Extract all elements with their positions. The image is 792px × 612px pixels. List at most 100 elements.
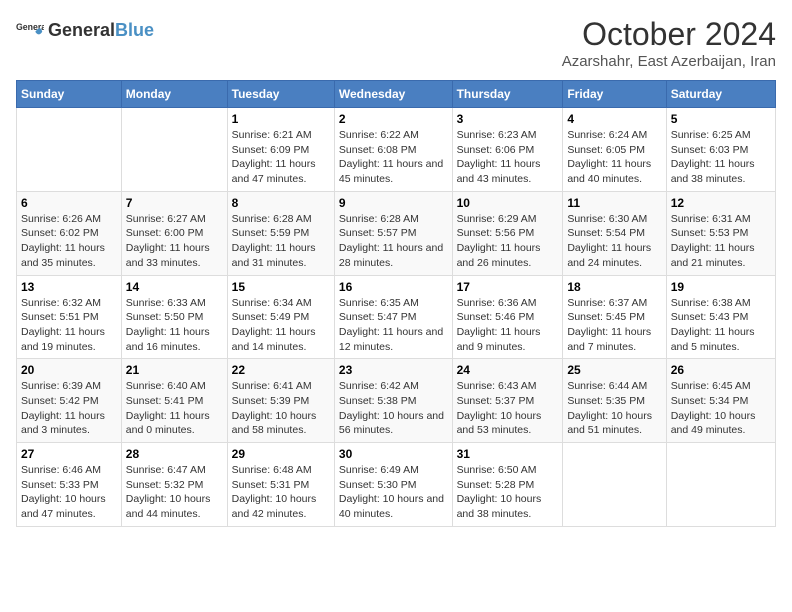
day-info: Sunrise: 6:36 AMSunset: 5:46 PMDaylight:…: [457, 296, 559, 355]
day-info: Sunrise: 6:35 AMSunset: 5:47 PMDaylight:…: [339, 296, 448, 355]
calendar-cell: 8 Sunrise: 6:28 AMSunset: 5:59 PMDayligh…: [227, 191, 334, 275]
day-info: Sunrise: 6:50 AMSunset: 5:28 PMDaylight:…: [457, 463, 559, 522]
day-info: Sunrise: 6:40 AMSunset: 5:41 PMDaylight:…: [126, 379, 223, 438]
day-info: Sunrise: 6:32 AMSunset: 5:51 PMDaylight:…: [21, 296, 117, 355]
day-info: Sunrise: 6:41 AMSunset: 5:39 PMDaylight:…: [232, 379, 330, 438]
day-info: Sunrise: 6:47 AMSunset: 5:32 PMDaylight:…: [126, 463, 223, 522]
day-number: 13: [21, 280, 117, 294]
day-info: Sunrise: 6:43 AMSunset: 5:37 PMDaylight:…: [457, 379, 559, 438]
day-number: 11: [567, 196, 661, 210]
calendar-cell: 12 Sunrise: 6:31 AMSunset: 5:53 PMDaylig…: [666, 191, 775, 275]
day-info: Sunrise: 6:49 AMSunset: 5:30 PMDaylight:…: [339, 463, 448, 522]
day-number: 29: [232, 447, 330, 461]
day-number: 22: [232, 363, 330, 377]
calendar-cell: 18 Sunrise: 6:37 AMSunset: 5:45 PMDaylig…: [563, 275, 666, 359]
calendar-cell: 3 Sunrise: 6:23 AMSunset: 6:06 PMDayligh…: [452, 108, 563, 192]
logo-text-blue: Blue: [115, 20, 154, 41]
day-info: Sunrise: 6:38 AMSunset: 5:43 PMDaylight:…: [671, 296, 771, 355]
calendar-cell: 29 Sunrise: 6:48 AMSunset: 5:31 PMDaylig…: [227, 443, 334, 527]
calendar-cell: 9 Sunrise: 6:28 AMSunset: 5:57 PMDayligh…: [334, 191, 452, 275]
calendar-cell: 26 Sunrise: 6:45 AMSunset: 5:34 PMDaylig…: [666, 359, 775, 443]
calendar-cell: 17 Sunrise: 6:36 AMSunset: 5:46 PMDaylig…: [452, 275, 563, 359]
calendar-cell: [563, 443, 666, 527]
day-number: 6: [21, 196, 117, 210]
day-number: 16: [339, 280, 448, 294]
day-number: 17: [457, 280, 559, 294]
title-block: October 2024 Azarshahr, East Azerbaijan,…: [562, 16, 776, 70]
calendar-cell: 30 Sunrise: 6:49 AMSunset: 5:30 PMDaylig…: [334, 443, 452, 527]
calendar-cell: 2 Sunrise: 6:22 AMSunset: 6:08 PMDayligh…: [334, 108, 452, 192]
day-number: 19: [671, 280, 771, 294]
day-number: 21: [126, 363, 223, 377]
week-row-3: 13 Sunrise: 6:32 AMSunset: 5:51 PMDaylig…: [17, 275, 776, 359]
calendar-cell: 23 Sunrise: 6:42 AMSunset: 5:38 PMDaylig…: [334, 359, 452, 443]
day-info: Sunrise: 6:23 AMSunset: 6:06 PMDaylight:…: [457, 128, 559, 187]
day-number: 18: [567, 280, 661, 294]
col-header-tuesday: Tuesday: [227, 81, 334, 108]
day-number: 4: [567, 112, 661, 126]
day-number: 12: [671, 196, 771, 210]
day-info: Sunrise: 6:37 AMSunset: 5:45 PMDaylight:…: [567, 296, 661, 355]
col-header-saturday: Saturday: [666, 81, 775, 108]
day-number: 3: [457, 112, 559, 126]
calendar-cell: 20 Sunrise: 6:39 AMSunset: 5:42 PMDaylig…: [17, 359, 122, 443]
day-number: 31: [457, 447, 559, 461]
week-row-2: 6 Sunrise: 6:26 AMSunset: 6:02 PMDayligh…: [17, 191, 776, 275]
calendar-cell: 1 Sunrise: 6:21 AMSunset: 6:09 PMDayligh…: [227, 108, 334, 192]
day-info: Sunrise: 6:25 AMSunset: 6:03 PMDaylight:…: [671, 128, 771, 187]
day-number: 27: [21, 447, 117, 461]
day-info: Sunrise: 6:31 AMSunset: 5:53 PMDaylight:…: [671, 212, 771, 271]
week-row-4: 20 Sunrise: 6:39 AMSunset: 5:42 PMDaylig…: [17, 359, 776, 443]
calendar-cell: 4 Sunrise: 6:24 AMSunset: 6:05 PMDayligh…: [563, 108, 666, 192]
page-header: General GeneralBlue October 2024 Azarsha…: [16, 16, 776, 70]
day-number: 20: [21, 363, 117, 377]
day-info: Sunrise: 6:42 AMSunset: 5:38 PMDaylight:…: [339, 379, 448, 438]
day-number: 25: [567, 363, 661, 377]
calendar-cell: 11 Sunrise: 6:30 AMSunset: 5:54 PMDaylig…: [563, 191, 666, 275]
week-row-1: 1 Sunrise: 6:21 AMSunset: 6:09 PMDayligh…: [17, 108, 776, 192]
calendar-cell: 16 Sunrise: 6:35 AMSunset: 5:47 PMDaylig…: [334, 275, 452, 359]
calendar-cell: [17, 108, 122, 192]
day-info: Sunrise: 6:46 AMSunset: 5:33 PMDaylight:…: [21, 463, 117, 522]
day-number: 5: [671, 112, 771, 126]
calendar-cell: 24 Sunrise: 6:43 AMSunset: 5:37 PMDaylig…: [452, 359, 563, 443]
logo: General GeneralBlue: [16, 16, 154, 44]
day-info: Sunrise: 6:39 AMSunset: 5:42 PMDaylight:…: [21, 379, 117, 438]
day-info: Sunrise: 6:48 AMSunset: 5:31 PMDaylight:…: [232, 463, 330, 522]
day-number: 8: [232, 196, 330, 210]
day-number: 30: [339, 447, 448, 461]
calendar-cell: 14 Sunrise: 6:33 AMSunset: 5:50 PMDaylig…: [121, 275, 227, 359]
day-number: 9: [339, 196, 448, 210]
day-info: Sunrise: 6:26 AMSunset: 6:02 PMDaylight:…: [21, 212, 117, 271]
logo-icon: General: [16, 16, 44, 44]
col-header-wednesday: Wednesday: [334, 81, 452, 108]
day-info: Sunrise: 6:24 AMSunset: 6:05 PMDaylight:…: [567, 128, 661, 187]
col-header-monday: Monday: [121, 81, 227, 108]
calendar-cell: 7 Sunrise: 6:27 AMSunset: 6:00 PMDayligh…: [121, 191, 227, 275]
day-info: Sunrise: 6:29 AMSunset: 5:56 PMDaylight:…: [457, 212, 559, 271]
calendar-cell: 28 Sunrise: 6:47 AMSunset: 5:32 PMDaylig…: [121, 443, 227, 527]
calendar-cell: 25 Sunrise: 6:44 AMSunset: 5:35 PMDaylig…: [563, 359, 666, 443]
calendar-cell: 27 Sunrise: 6:46 AMSunset: 5:33 PMDaylig…: [17, 443, 122, 527]
calendar-cell: 15 Sunrise: 6:34 AMSunset: 5:49 PMDaylig…: [227, 275, 334, 359]
col-header-thursday: Thursday: [452, 81, 563, 108]
main-title: October 2024: [562, 16, 776, 53]
col-header-friday: Friday: [563, 81, 666, 108]
day-number: 15: [232, 280, 330, 294]
day-info: Sunrise: 6:27 AMSunset: 6:00 PMDaylight:…: [126, 212, 223, 271]
day-info: Sunrise: 6:45 AMSunset: 5:34 PMDaylight:…: [671, 379, 771, 438]
calendar-cell: 21 Sunrise: 6:40 AMSunset: 5:41 PMDaylig…: [121, 359, 227, 443]
day-info: Sunrise: 6:44 AMSunset: 5:35 PMDaylight:…: [567, 379, 661, 438]
calendar-cell: 19 Sunrise: 6:38 AMSunset: 5:43 PMDaylig…: [666, 275, 775, 359]
calendar-cell: 13 Sunrise: 6:32 AMSunset: 5:51 PMDaylig…: [17, 275, 122, 359]
day-info: Sunrise: 6:30 AMSunset: 5:54 PMDaylight:…: [567, 212, 661, 271]
subtitle: Azarshahr, East Azerbaijan, Iran: [562, 53, 776, 70]
day-number: 1: [232, 112, 330, 126]
col-header-sunday: Sunday: [17, 81, 122, 108]
header-row: SundayMondayTuesdayWednesdayThursdayFrid…: [17, 81, 776, 108]
calendar-cell: 10 Sunrise: 6:29 AMSunset: 5:56 PMDaylig…: [452, 191, 563, 275]
week-row-5: 27 Sunrise: 6:46 AMSunset: 5:33 PMDaylig…: [17, 443, 776, 527]
calendar-cell: 5 Sunrise: 6:25 AMSunset: 6:03 PMDayligh…: [666, 108, 775, 192]
day-number: 14: [126, 280, 223, 294]
day-info: Sunrise: 6:34 AMSunset: 5:49 PMDaylight:…: [232, 296, 330, 355]
